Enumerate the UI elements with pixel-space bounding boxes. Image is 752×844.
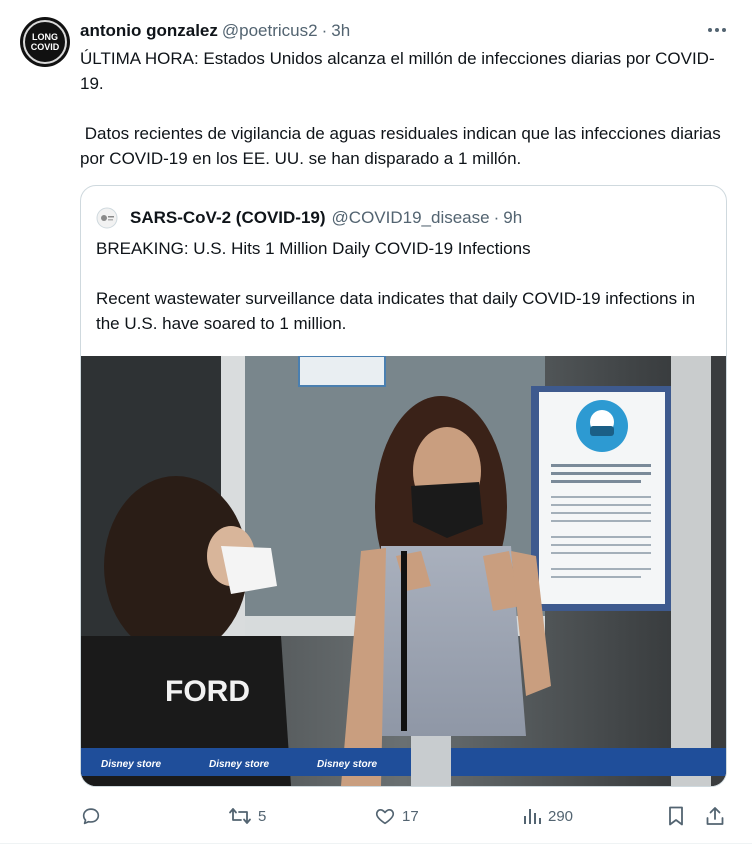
tweet-timestamp[interactable]: 3h: [331, 21, 350, 41]
barrier-print: Disney store: [101, 759, 161, 770]
views-button[interactable]: 290: [522, 801, 573, 831]
tweet[interactable]: LONG COVID antonio gonzalez @poetricus2 …: [0, 0, 752, 844]
bookmark-button[interactable]: [666, 801, 686, 831]
header-separator: ·: [321, 21, 328, 40]
more-icon[interactable]: [706, 20, 728, 40]
quoted-text-paragraph: BREAKING: U.S. Hits 1 Million Daily COVI…: [96, 239, 531, 258]
retweet-button[interactable]: 5: [228, 801, 266, 831]
quoted-author-name: SARS-CoV-2 (COVID-19): [130, 208, 326, 227]
tweet-header: antonio gonzalez @poetricus2 · 3h: [80, 19, 350, 43]
retweet-count: 5: [258, 807, 267, 825]
share-button[interactable]: [704, 801, 726, 831]
retweet-icon: [228, 805, 252, 827]
quoted-tweet[interactable]: SARS-CoV-2 (COVID-19) @COVID19_disease ·…: [80, 185, 727, 787]
shirt-print: FORD: [165, 675, 250, 708]
avatar-logo-line-1: LONG: [31, 32, 58, 42]
quoted-tweet-photo[interactable]: FORD Disney store Disney store Disney st…: [81, 356, 726, 786]
barrier-print: Disney store: [209, 759, 269, 770]
reply-icon: [80, 805, 102, 827]
quoted-tweet-header: SARS-CoV-2 (COVID-19) @COVID19_disease ·…: [96, 206, 522, 230]
like-count: 17: [402, 807, 419, 825]
quoted-tweet-text: BREAKING: U.S. Hits 1 Million Daily COVI…: [96, 236, 716, 336]
tweet-text: ÚLTIMA HORA: Estados Unidos alcanza el m…: [80, 46, 730, 171]
author-name[interactable]: antonio gonzalez: [80, 21, 218, 41]
share-icon: [704, 805, 726, 827]
bookmark-icon: [666, 805, 686, 827]
tweet-text-paragraph: Datos recientes de vigilancia de aguas r…: [80, 124, 726, 168]
quoted-text-paragraph: Recent wastewater surveillance data indi…: [96, 289, 696, 333]
photo-illustration: FORD Disney store Disney store Disney st…: [81, 356, 726, 786]
like-button[interactable]: 17: [374, 801, 419, 831]
views-count: 290: [548, 807, 574, 825]
quoted-author-handle: @COVID19_disease: [331, 208, 490, 227]
tweet-text-paragraph: ÚLTIMA HORA: Estados Unidos alcanza el m…: [80, 49, 715, 93]
tweet-actions: 5 17 290: [80, 801, 730, 831]
barrier-print: Disney store: [317, 759, 377, 770]
quoted-tweet-timestamp: 9h: [503, 208, 523, 227]
avatar-logo-line-2: COVID: [30, 42, 60, 52]
quoted-header-separator: ·: [493, 208, 500, 227]
quoted-author-avatar: [96, 207, 118, 229]
author-handle[interactable]: @poetricus2: [222, 21, 318, 41]
author-avatar[interactable]: LONG COVID: [20, 17, 70, 67]
views-icon: [522, 806, 542, 826]
reply-button[interactable]: [80, 801, 108, 831]
like-icon: [374, 805, 396, 827]
